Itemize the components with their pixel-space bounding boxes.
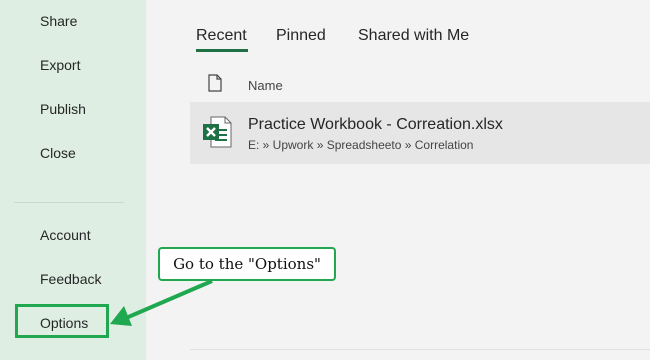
annotation-arrow (110, 279, 213, 326)
annotation-callout: Go to the "Options" (158, 247, 336, 281)
